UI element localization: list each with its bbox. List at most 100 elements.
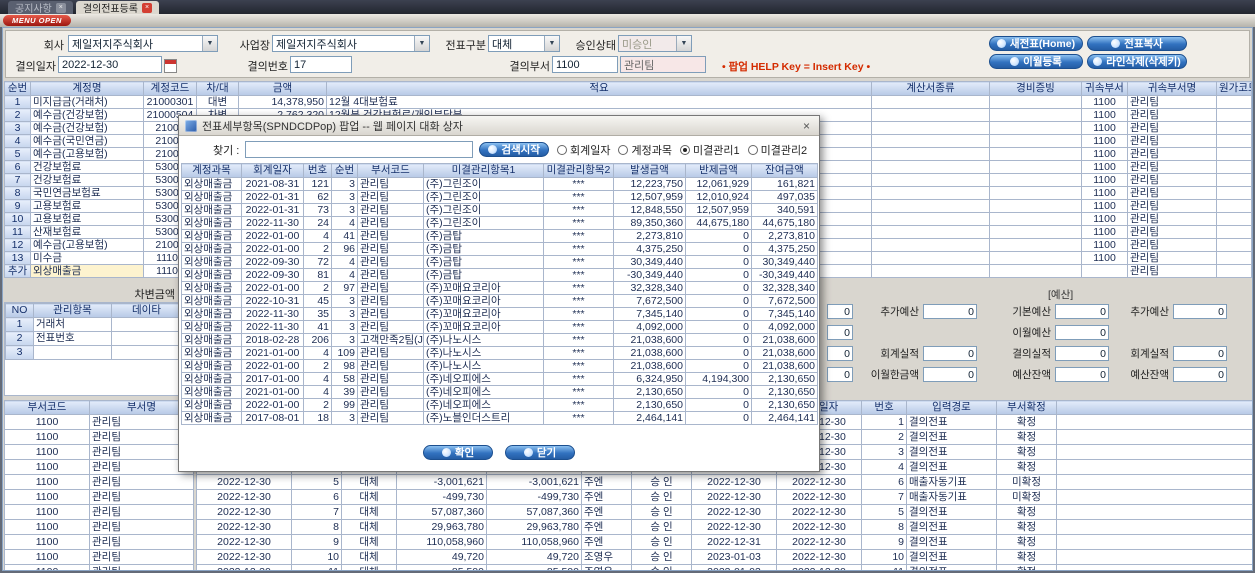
table-row[interactable]: 외상매출금 2017-08-01 18 3 관리팀 (주)노블인더스트리 *** 2,464,…	[181, 411, 818, 425]
popup-title: 전표세부항목(SPNDCDPop) 팝업 -- 웹 페이지 대화 상자	[202, 120, 463, 133]
table-row[interactable]: 1100관리팀	[4, 429, 194, 445]
resolution-no-input[interactable]: 17	[290, 56, 352, 73]
copy-voucher-button[interactable]: 전표복사	[1087, 36, 1187, 51]
chevron-down-icon: ▼	[544, 36, 559, 51]
budget-value-field[interactable]: 0	[923, 304, 977, 319]
budget-value-field[interactable]: 0	[827, 304, 853, 319]
header-row: 부서코드 부서명	[4, 400, 194, 415]
table-row[interactable]: 외상매출금 2022-09-30 81 4 관리팀 (주)금탑 *** -30,349,440…	[181, 268, 818, 282]
column-header: 귀속부서	[1081, 81, 1128, 96]
search-start-button[interactable]: 검색시작	[479, 142, 549, 157]
table-row[interactable]: 외상매출금 2022-01-00 2 96 관리팀 (주)금탑 *** 4,375,250 0 4…	[181, 242, 818, 256]
close-button[interactable]: 닫기	[505, 445, 575, 460]
table-row[interactable]: 외상매출금 2022-11-30 41 3 관리팀 (주)꼬매요코리아 *** 4,092,0…	[181, 320, 818, 334]
resolution-dept-label: 결의부서	[509, 61, 550, 73]
radio-open-mgmt1[interactable]: 미결관리1	[679, 142, 740, 158]
table-row[interactable]: 2022-12-30 7 대체 57,087,360 57,087,360 주엔 승 인 20…	[196, 504, 1252, 520]
table-row[interactable]: 2022-12-30 9 대체 110,058,960 110,058,960 주엔 승 인…	[196, 534, 1252, 550]
tab-label: 공지사항	[15, 4, 52, 15]
budget-label: 이월예산	[1012, 327, 1051, 339]
table-row[interactable]: 1100관리팀	[4, 534, 194, 550]
table-row[interactable]: 1100관리팀	[4, 459, 194, 475]
menu-open-button[interactable]: MENU OPEN	[3, 15, 71, 26]
button-icon	[441, 448, 451, 457]
table-row[interactable]: 외상매출금 2022-01-31 73 3 관리팀 (주)그린조이 *** 12,848,55…	[181, 203, 818, 217]
resolution-date-input[interactable]: 2022-12-30	[58, 56, 162, 73]
table-row[interactable]: 2022-12-30 10 대체 49,720 49,720 조영우 승 인 2023-01-…	[196, 549, 1252, 565]
table-row[interactable]: 1100관리팀	[4, 444, 194, 460]
budget-value-field[interactable]: 0	[1173, 346, 1227, 361]
table-row[interactable]: 1100관리팀	[4, 504, 194, 520]
budget-label: 추가예산	[880, 306, 919, 318]
column-header: 번호	[303, 163, 332, 178]
company-select[interactable]: 제일저지주식회사 ▼	[68, 35, 218, 52]
budget-panel: 0 추가예산 0 기본예산 0 추가예산 0 0 이월예산 0 0 회계실적 0…	[827, 304, 1251, 388]
budget-value-field[interactable]: 0	[827, 367, 853, 382]
budget-value-field[interactable]: 0	[923, 346, 977, 361]
table-row[interactable]: 외상매출금 2021-01-00 4 39 관리팀 (주)네오피에스 *** 2,130,65…	[181, 385, 818, 399]
tab-voucher-register[interactable]: 결의전표등록 ×	[75, 1, 160, 15]
radio-accounting-date[interactable]: 회계일자	[557, 142, 610, 158]
table-row[interactable]: 1100관리팀	[4, 549, 194, 565]
table-row[interactable]: 1100관리팀	[4, 564, 194, 570]
resolution-dept-code-input[interactable]: 1100	[552, 56, 618, 73]
table-row[interactable]: 1100관리팀	[4, 414, 194, 430]
button-icon	[1111, 39, 1121, 48]
table-row[interactable]: 외상매출금 2022-01-00 2 99 관리팀 (주)네오피에스 *** 2,130,65…	[181, 398, 818, 412]
radio-account-title[interactable]: 계정과목	[618, 142, 672, 158]
radio-open-mgmt2[interactable]: 미결관리2	[747, 142, 807, 158]
budget-value-field[interactable]: 0	[923, 367, 977, 382]
table-row[interactable]: 3	[5, 345, 181, 360]
calendar-icon[interactable]	[164, 59, 177, 73]
table-row[interactable]: 1100관리팀	[4, 474, 194, 490]
department-grid-section: 부서코드 부서명 1100 관리팀 1100 관리팀 1100 관리팀 1100 관리팀 1100…	[4, 400, 195, 570]
department-table: 부서코드 부서명 1100 관리팀 1100 관리팀 1100 관리팀 1100 관리팀 1100…	[4, 400, 194, 570]
slip-type-select[interactable]: 대체 ▼	[488, 35, 560, 52]
table-row[interactable]: 외상매출금 2022-10-31 45 3 관리팀 (주)꼬매요코리아 *** 7,672,5…	[181, 294, 818, 308]
budget-value-field[interactable]: 0	[1055, 367, 1109, 382]
close-icon[interactable]: ×	[800, 119, 813, 133]
table-row[interactable]: 1100관리팀	[4, 519, 194, 535]
table-row[interactable]: 외상매출금 2021-01-00 4 109 관리팀 (주)나노시스 *** 21,038,6…	[181, 346, 818, 360]
table-row[interactable]: 외상매출금 2022-01-00 2 97 관리팀 (주)꼬매요코리아 *** 32,328,…	[181, 281, 818, 295]
carryover-register-button[interactable]: 이월등록	[989, 54, 1083, 69]
table-row[interactable]: 2022-12-30 6 대체 -499,730 -499,730 주엔 승 인 2022-1…	[196, 489, 1252, 505]
tab-notice[interactable]: 공지사항 ×	[8, 1, 73, 15]
tab-close-icon[interactable]: ×	[142, 2, 153, 13]
find-input[interactable]	[245, 141, 474, 158]
table-row[interactable]: 외상매출금 2022-01-00 4 41 관리팀 (주)금탑 *** 2,273,810 0 2…	[181, 229, 818, 243]
approval-status-select[interactable]: 미승인 ▼	[618, 35, 692, 52]
table-row[interactable]: 외상매출금 2018-02-28 206 3 고객만족2팀(JS (주)나노시스 *** 21…	[181, 333, 818, 347]
table-row[interactable]: 외상매출금 2022-11-30 24 4 관리팀 (주)그린조이 *** 89,350,36…	[181, 216, 818, 230]
table-row[interactable]: 2 전표번호	[5, 331, 181, 346]
delete-line-button[interactable]: 라인삭제(삭제키)	[1087, 54, 1187, 69]
budget-value-field[interactable]: 0	[1055, 325, 1109, 340]
budget-value-field[interactable]: 0	[1173, 304, 1227, 319]
table-row[interactable]: 외상매출금 2017-01-00 4 58 관리팀 (주)네오피에스 *** 6,324,95…	[181, 372, 818, 386]
table-row[interactable]: 외상매출금 2022-09-30 72 4 관리팀 (주)금탑 *** 30,349,440 0…	[181, 255, 818, 269]
table-row[interactable]: 1 거래처	[5, 317, 181, 332]
budget-value-field[interactable]: 0	[827, 346, 853, 361]
budget-value-field[interactable]: 0	[827, 325, 853, 340]
confirm-button[interactable]: 확인	[423, 445, 493, 460]
table-row[interactable]: 2022-12-30 8 대체 29,963,780 29,963,780 주엔 승 인 20…	[196, 519, 1252, 535]
table-row[interactable]: 외상매출금 2022-11-30 35 3 관리팀 (주)꼬매요코리아 *** 7,345,1…	[181, 307, 818, 321]
dialog-icon	[185, 119, 197, 132]
budget-value-field[interactable]: 0	[1173, 367, 1227, 382]
tab-label: 결의전표등록	[82, 4, 139, 15]
table-row[interactable]: 1 미지급금(거래처) 21000301 대변 14,378,950 12월 4대보험료 1…	[4, 95, 1252, 109]
table-row[interactable]: 2022-12-30 5 대체 -3,001,621 -3,001,621 주엔 승 인 20…	[196, 474, 1252, 490]
tab-close-icon[interactable]: ×	[55, 2, 66, 13]
new-voucher-button[interactable]: 새전표(Home)	[989, 36, 1083, 51]
site-select[interactable]: 제일저지주식회사 ▼	[272, 35, 430, 52]
table-row[interactable]: 1100관리팀	[4, 489, 194, 505]
table-row[interactable]: 2022-12-3011대체85,50085,500조영우승 인2023-01-…	[196, 564, 1252, 570]
budget-value-field[interactable]: 0	[1055, 346, 1109, 361]
popup-title-bar[interactable]: 전표세부항목(SPNDCDPop) 팝업 -- 웹 페이지 대화 상자 ×	[179, 116, 819, 136]
table-row[interactable]: 외상매출금 2022-01-00 2 98 관리팀 (주)나노시스 *** 21,038,60…	[181, 359, 818, 373]
budget-value-field[interactable]: 0	[1055, 304, 1109, 319]
company-label: 회사	[43, 40, 64, 52]
table-row[interactable]: 외상매출금 2022-01-31 62 3 관리팀 (주)그린조이 *** 12,507,95…	[181, 190, 818, 204]
table-row[interactable]: 외상매출금 2021-08-31 121 3 관리팀 (주)그린조이 *** 12,223,7…	[181, 177, 818, 191]
radio-icon	[747, 144, 758, 155]
